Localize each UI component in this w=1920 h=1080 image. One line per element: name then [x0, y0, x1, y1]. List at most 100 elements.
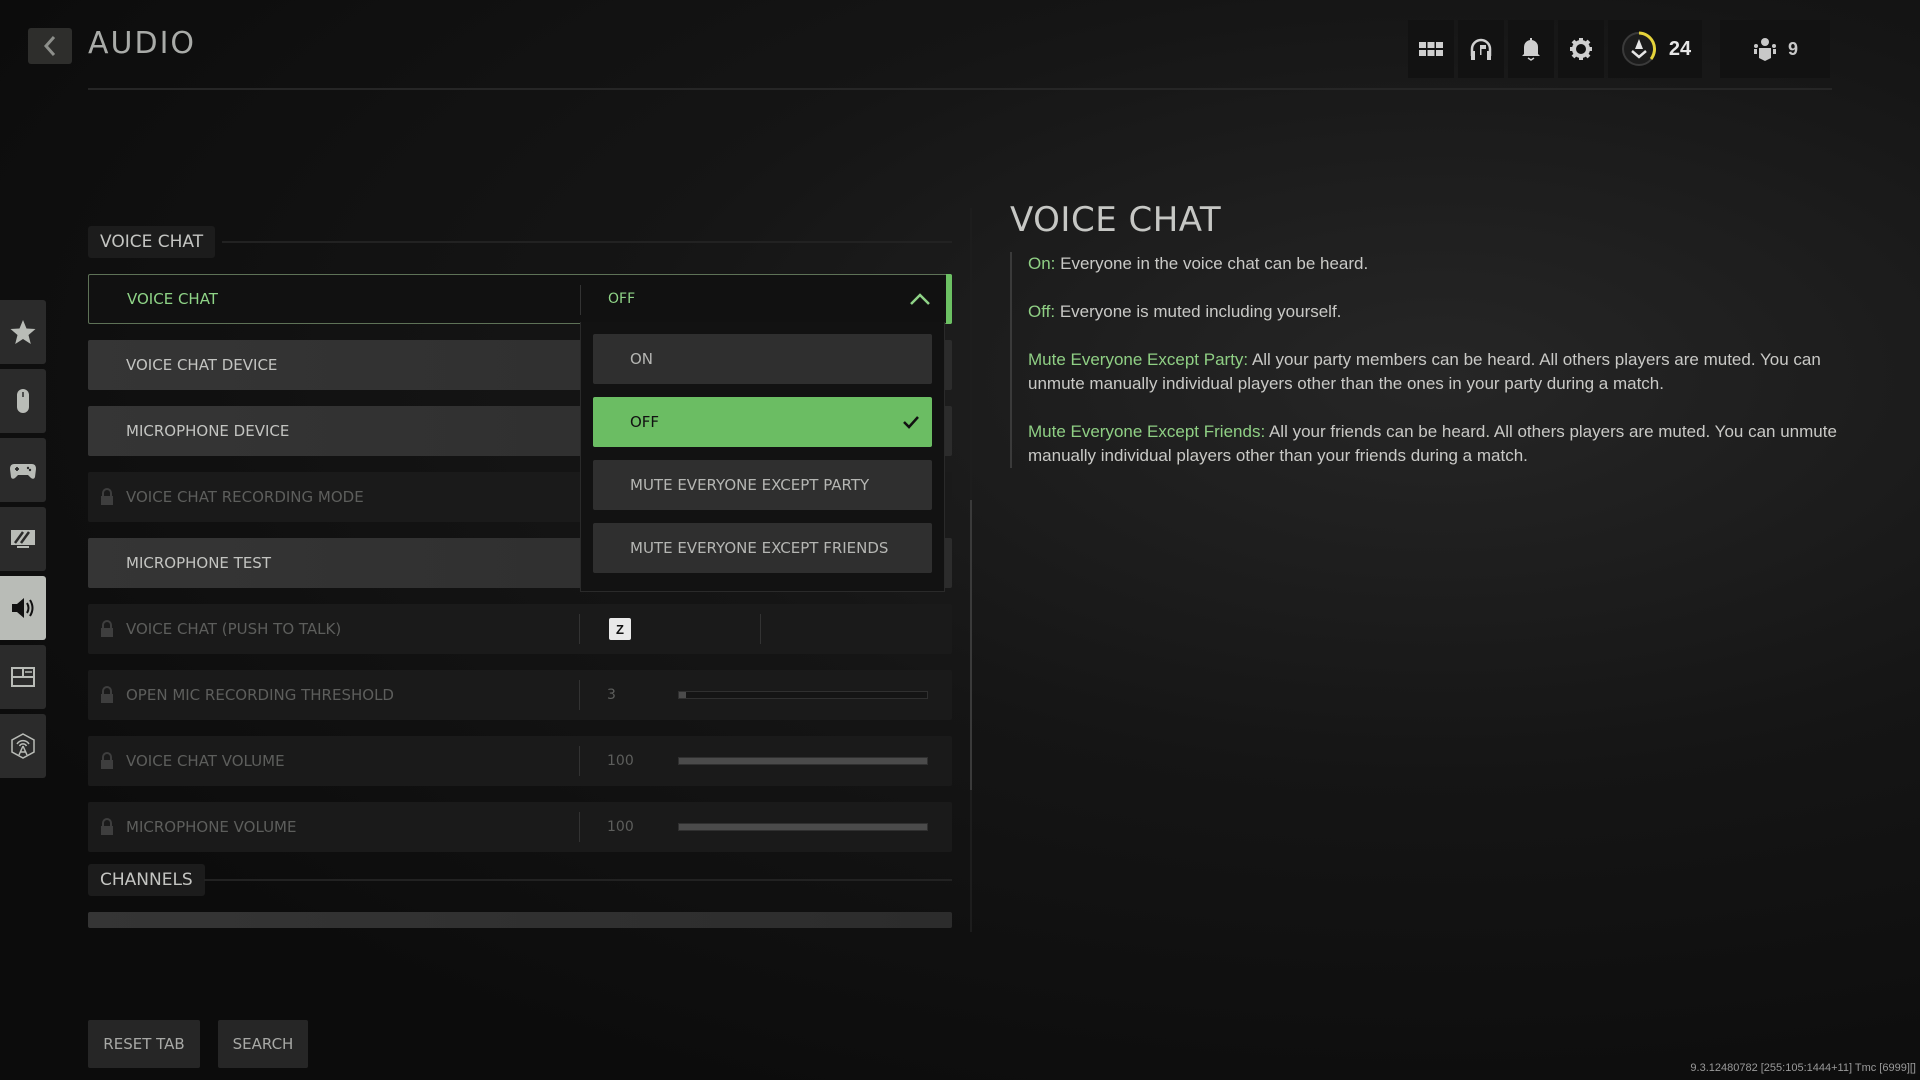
- star-icon: [10, 320, 36, 344]
- grid-menu-icon: [1419, 42, 1443, 56]
- setting-label: VOICE CHAT VOLUME: [126, 752, 285, 770]
- description-body: On: Everyone in the voice chat can be he…: [1010, 252, 1840, 468]
- row-divider: [579, 746, 580, 776]
- setting-label: VOICE CHAT (PUSH TO TALK): [126, 620, 342, 638]
- settings-gear-icon: [1570, 38, 1592, 60]
- search-button[interactable]: SEARCH: [218, 1020, 308, 1068]
- setting-voice-chat-volume: VOICE CHAT VOLUME 100: [88, 736, 952, 786]
- notifications-button[interactable]: [1508, 20, 1554, 78]
- row-divider: [579, 614, 580, 644]
- reset-tab-button[interactable]: RESET TAB: [88, 1020, 200, 1068]
- setting-value: 100: [607, 819, 634, 835]
- row-divider: [580, 285, 581, 315]
- lock-icon: [101, 818, 113, 835]
- level-number: 24: [1668, 37, 1692, 60]
- setting-voice-chat[interactable]: VOICE CHAT OFF: [88, 274, 952, 324]
- lock-icon: [101, 752, 113, 769]
- voice-chat-volume-slider: [678, 757, 928, 765]
- keybind-keycap: Z: [609, 618, 631, 640]
- sidebar-item-graphics[interactable]: [0, 507, 46, 571]
- dropdown-option-mute-except-party[interactable]: MUTE EVERYONE EXCEPT PARTY: [593, 460, 932, 510]
- dropdown-option-mute-except-friends[interactable]: MUTE EVERYONE EXCEPT FRIENDS: [593, 523, 932, 573]
- controller-icon: [10, 464, 36, 479]
- sidebar-item-interface[interactable]: [0, 645, 46, 709]
- lock-icon: [101, 620, 113, 637]
- grid-menu-button[interactable]: [1408, 20, 1454, 78]
- party-button[interactable]: 9: [1720, 20, 1830, 78]
- option-label: MUTE EVERYONE EXCEPT PARTY: [630, 476, 870, 494]
- threshold-slider: [678, 691, 928, 699]
- slider-fill: [679, 758, 927, 764]
- setting-label: MICROPHONE VOLUME: [126, 818, 297, 836]
- section-divider: [222, 241, 952, 243]
- build-version: 9.3.12480782 [255:105:1444+11] Tmc [6999…: [1690, 1062, 1916, 1074]
- description-term: Mute Everyone Except Party:: [1028, 350, 1249, 369]
- description-title: VOICE CHAT: [1010, 200, 1222, 240]
- setting-value: OFF: [608, 291, 636, 307]
- row-divider: [579, 680, 580, 710]
- top-bar: 24 9: [1408, 20, 1830, 78]
- selection-accent: [946, 274, 952, 324]
- description-text: Everyone in the voice chat can be heard.: [1055, 254, 1369, 273]
- description-panel: VOICE CHAT On: Everyone in the voice cha…: [1010, 200, 1840, 492]
- checkmark-icon: [903, 416, 919, 429]
- setting-label: VOICE CHAT DEVICE: [126, 356, 278, 374]
- chevron-left-icon: [43, 36, 56, 56]
- mouse-icon: [17, 389, 29, 413]
- setting-value: 3: [607, 687, 616, 703]
- party-count: 9: [1787, 38, 1798, 59]
- display-icon: [11, 530, 35, 548]
- row-divider: [760, 614, 761, 644]
- section-title: CHANNELS: [88, 864, 205, 896]
- chevron-up-icon[interactable]: [909, 292, 931, 306]
- dropdown-option-off[interactable]: OFF: [593, 397, 932, 447]
- description-term: Off:: [1028, 302, 1056, 321]
- settings-button[interactable]: [1558, 20, 1604, 78]
- headset-button[interactable]: [1458, 20, 1504, 78]
- network-icon: [11, 733, 35, 759]
- sidebar-item-network[interactable]: [0, 714, 46, 778]
- section-divider: [204, 879, 952, 881]
- option-label: ON: [630, 350, 654, 368]
- settings-category-sidebar: [0, 300, 46, 783]
- slider-fill: [679, 824, 927, 830]
- interface-icon: [11, 667, 35, 687]
- party-members-icon: [1753, 38, 1776, 61]
- description-item: Off: Everyone is muted including yoursel…: [1028, 300, 1840, 324]
- sidebar-item-favorites[interactable]: [0, 300, 46, 364]
- setting-label: MICROPHONE TEST: [126, 554, 271, 572]
- header-divider: [88, 88, 1832, 90]
- description-term: Mute Everyone Except Friends:: [1028, 422, 1266, 441]
- setting-label: MICROPHONE DEVICE: [126, 422, 290, 440]
- option-label: MUTE EVERYONE EXCEPT FRIENDS: [630, 539, 889, 557]
- setting-open-mic-threshold: OPEN MIC RECORDING THRESHOLD 3: [88, 670, 952, 720]
- description-text: Everyone is muted including yourself.: [1055, 302, 1342, 321]
- headset-icon: [1470, 38, 1492, 60]
- section-title: VOICE CHAT: [88, 226, 216, 258]
- sidebar-item-audio[interactable]: [0, 576, 46, 640]
- rank-icon: [1621, 31, 1656, 66]
- description-item: Mute Everyone Except Friends: All your f…: [1028, 420, 1840, 468]
- sidebar-item-controller[interactable]: [0, 438, 46, 502]
- description-term: On:: [1028, 254, 1056, 273]
- microphone-volume-slider: [678, 823, 928, 831]
- sidebar-item-mouse[interactable]: [0, 369, 46, 433]
- speaker-icon: [12, 598, 34, 618]
- setting-microphone-volume: MICROPHONE VOLUME 100: [88, 802, 952, 852]
- setting-push-to-talk: VOICE CHAT (PUSH TO TALK) Z: [88, 604, 952, 654]
- lock-icon: [101, 488, 113, 505]
- back-button[interactable]: [28, 28, 72, 64]
- lock-icon: [101, 686, 113, 703]
- description-item: On: Everyone in the voice chat can be he…: [1028, 252, 1840, 276]
- slider-fill: [679, 692, 687, 698]
- settings-scrollbar[interactable]: [970, 500, 972, 790]
- page-title: AUDIO: [88, 26, 197, 61]
- setting-channels-first[interactable]: [88, 912, 952, 928]
- voice-chat-dropdown: ON OFF MUTE EVERYONE EXCEPT PARTY MUTE E…: [580, 322, 945, 592]
- setting-value: 100: [607, 753, 634, 769]
- player-level[interactable]: 24: [1608, 20, 1702, 78]
- option-label: OFF: [630, 413, 660, 431]
- dropdown-option-on[interactable]: ON: [593, 334, 932, 384]
- description-item: Mute Everyone Except Party: All your par…: [1028, 348, 1840, 396]
- setting-label: OPEN MIC RECORDING THRESHOLD: [126, 686, 394, 704]
